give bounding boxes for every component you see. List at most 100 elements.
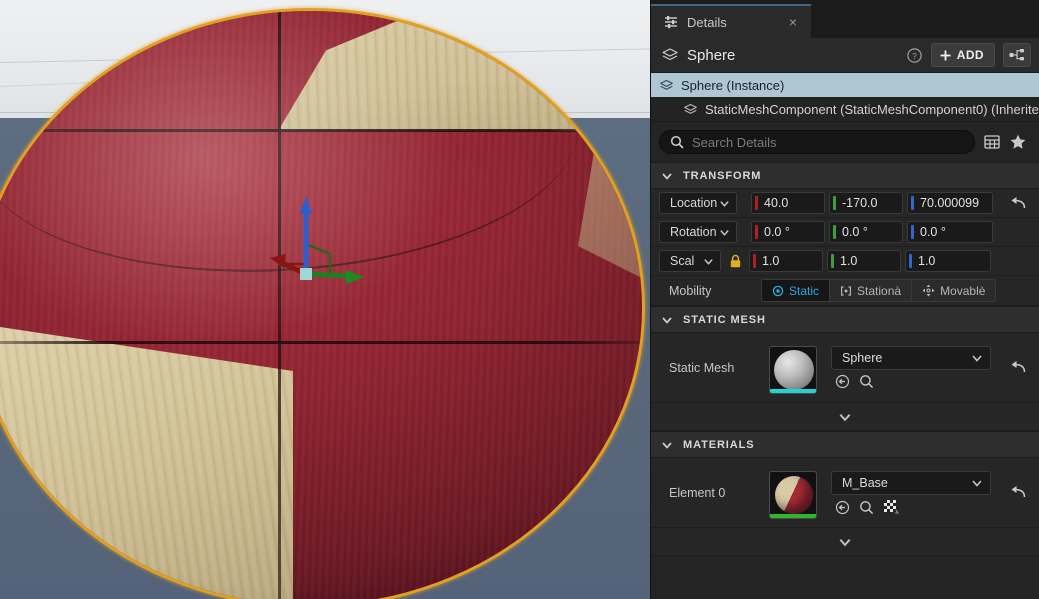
location-y-value: -170.0 [842, 196, 878, 210]
property-row-static-mesh: Static Mesh Sphere [651, 333, 1039, 403]
location-x-input[interactable]: 40.0 [751, 192, 825, 214]
rotation-z-input[interactable]: 0.0 ° [907, 221, 993, 243]
location-z-input[interactable]: 70.000099 [907, 192, 993, 214]
static-mesh-thumbnail[interactable] [769, 346, 817, 394]
materials-expander[interactable] [651, 528, 1039, 556]
scale-z-value: 1.0 [918, 254, 936, 268]
mobility-option-stationary[interactable]: Stationà [830, 280, 913, 301]
section-header-static-mesh[interactable]: STATIC MESH [651, 306, 1039, 333]
grid-view-icon[interactable] [983, 133, 1001, 151]
scale-z-input[interactable]: 1.0 [905, 250, 991, 272]
component-tree[interactable]: Sphere (Instance) StaticMeshComponent (S… [651, 72, 1039, 121]
axis-indicator-z [909, 254, 912, 268]
search-box[interactable] [659, 130, 975, 154]
chevron-down-icon [838, 410, 852, 424]
material-element-label: Element 0 [669, 485, 726, 500]
location-y-input[interactable]: -170.0 [829, 192, 903, 214]
svg-text:?: ? [912, 51, 917, 61]
tab-strip-filler [811, 4, 1039, 38]
material-reset-button[interactable] [997, 485, 1039, 500]
rotation-y-input[interactable]: 0.0 ° [829, 221, 903, 243]
mobility-label: Mobility [669, 283, 712, 298]
search-icon[interactable] [859, 500, 874, 515]
axis-indicator-z [911, 225, 914, 239]
location-z-value: 70.000099 [920, 196, 980, 210]
blueprint-button[interactable] [1003, 43, 1031, 67]
scale-lock-toggle[interactable] [725, 254, 745, 269]
search-icon[interactable] [859, 374, 874, 389]
static-mesh-reset-button[interactable] [997, 360, 1039, 375]
tab-details[interactable]: Details × [651, 4, 811, 38]
material-asset-name: M_Base [842, 476, 888, 490]
chevron-down-icon [703, 256, 714, 267]
thumbnail-type-bar [770, 514, 816, 518]
tree-item-label: StaticMeshComponent (StaticMeshComponent… [705, 101, 1039, 117]
checkerboard-icon[interactable] [883, 499, 899, 515]
material-thumbnail[interactable] [769, 471, 817, 519]
tree-item-staticmeshcomponent[interactable]: StaticMeshComponent (StaticMeshComponent… [651, 97, 1039, 121]
material-asset-column: M_Base [831, 471, 997, 515]
rotation-mode-dropdown[interactable]: Rotation [659, 221, 737, 243]
details-panel[interactable]: Details × Sphere ? ADD Sphere (Instance)… [650, 0, 1039, 599]
property-row-location: Location 40.0 -170.0 70.000099 [651, 189, 1039, 218]
tree-item-label: Sphere (Instance) [681, 77, 785, 93]
gizmo-y-axis [305, 270, 364, 284]
section-header-materials[interactable]: MATERIALS [651, 431, 1039, 458]
gizmo-center-handle [300, 268, 312, 280]
browse-to-asset-icon[interactable] [835, 374, 850, 389]
move-arrows-icon [922, 284, 935, 297]
reset-arrow-icon [1010, 196, 1027, 211]
scale-y-input[interactable]: 1.0 [827, 250, 901, 272]
panel-tab-strip: Details × [651, 0, 1039, 38]
mobility-static-label: Static [789, 283, 820, 298]
search-icon [670, 135, 684, 149]
page-title: Sphere [687, 46, 736, 64]
chevron-down-icon [971, 352, 983, 364]
tree-item-sphere-instance[interactable]: Sphere (Instance) [651, 73, 1039, 97]
scale-x-input[interactable]: 1.0 [749, 250, 823, 272]
sphere-shading [0, 11, 642, 599]
mobility-option-movable[interactable]: Movablè [912, 280, 995, 301]
axis-indicator-x [753, 254, 756, 268]
lock-icon [729, 254, 742, 269]
axis-indicator-z [911, 196, 914, 210]
static-mesh-asset-dropdown[interactable]: Sphere [831, 346, 991, 370]
search-input[interactable] [692, 134, 964, 150]
blueprint-icon [1009, 48, 1025, 62]
chevron-down-icon [838, 535, 852, 549]
help-circle-icon[interactable]: ? [906, 47, 923, 64]
level-viewport[interactable] [0, 0, 650, 599]
scale-y-value: 1.0 [840, 254, 858, 268]
search-row [651, 121, 1039, 162]
sphere-mesh[interactable] [0, 8, 645, 599]
property-row-mobility: Mobility Static Stationà Movablè [651, 276, 1039, 306]
browse-to-asset-icon[interactable] [835, 500, 850, 515]
chevron-down-icon [661, 439, 673, 451]
location-mode-dropdown[interactable]: Location [659, 192, 737, 214]
chevron-down-icon [661, 170, 673, 182]
mobility-toggle-group[interactable]: Static Stationà Movablè [761, 279, 997, 302]
static-mesh-expander[interactable] [651, 403, 1039, 431]
section-header-transform[interactable]: TRANSFORM [651, 162, 1039, 189]
static-dot-icon [772, 285, 784, 297]
chevron-down-icon [719, 198, 730, 209]
reset-arrow-icon [1010, 360, 1027, 375]
mobility-option-static[interactable]: Static [762, 280, 831, 301]
star-icon[interactable] [1009, 133, 1033, 151]
add-button[interactable]: ADD [930, 43, 995, 67]
stationary-brackets-icon [840, 285, 852, 297]
location-dropdown-label: Location [670, 196, 718, 210]
chevron-down-icon [971, 477, 983, 489]
location-reset-button[interactable] [997, 196, 1039, 211]
thumbnail-image [775, 476, 813, 514]
transform-gizmo[interactable] [268, 192, 368, 292]
object-header: Sphere ? ADD [651, 38, 1039, 72]
tab-label: Details [687, 14, 727, 30]
gizmo-z-axis [300, 196, 312, 274]
axis-indicator-x [755, 196, 758, 210]
rotation-x-input[interactable]: 0.0 ° [751, 221, 825, 243]
scale-mode-dropdown[interactable]: Scal [659, 250, 721, 272]
static-mesh-label: Static Mesh [669, 360, 735, 375]
close-icon[interactable]: × [785, 14, 801, 30]
material-asset-dropdown[interactable]: M_Base [831, 471, 991, 495]
